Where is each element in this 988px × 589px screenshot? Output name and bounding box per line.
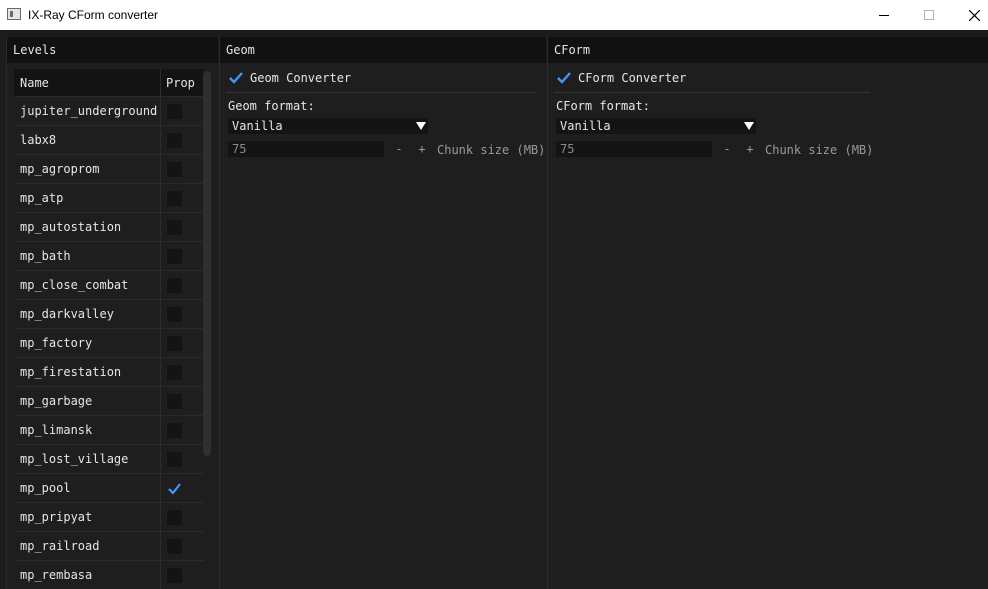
- level-name: mp_pool: [20, 481, 71, 495]
- minimize-button[interactable]: [861, 0, 907, 30]
- level-name: mp_rembasa: [20, 568, 93, 582]
- prop-checkbox[interactable]: [167, 220, 182, 235]
- geom-converter-label[interactable]: Geom Converter: [250, 71, 351, 85]
- prop-checkbox[interactable]: [167, 481, 182, 496]
- level-name: mp_agroprom: [20, 162, 100, 176]
- prop-checkbox[interactable]: [167, 133, 182, 148]
- cform-chunk-size-value: 75: [560, 142, 575, 156]
- table-row[interactable]: mp_garbage: [14, 386, 204, 415]
- prop-checkbox[interactable]: [167, 568, 182, 583]
- cform-converter-label[interactable]: CForm Converter: [578, 71, 686, 85]
- geom-panel: Geom Geom Converter Geom format: Vanilla…: [219, 37, 546, 589]
- table-row[interactable]: mp_rembasa: [14, 560, 204, 589]
- table-row[interactable]: mp_railroad: [14, 531, 204, 560]
- prop-checkbox[interactable]: [167, 278, 182, 293]
- table-row[interactable]: mp_close_combat: [14, 270, 204, 299]
- cform-format-select[interactable]: Vanilla: [556, 118, 756, 134]
- geom-chunk-decrement-button[interactable]: -: [390, 141, 408, 157]
- cform-chunk-decrement-button[interactable]: -: [718, 141, 736, 157]
- table-row[interactable]: mp_pool: [14, 473, 204, 502]
- dropdown-arrow-icon: [416, 122, 426, 130]
- checkmark-icon: [229, 72, 243, 84]
- levels-scrollbar[interactable]: [203, 71, 211, 456]
- prop-checkbox[interactable]: [167, 510, 182, 525]
- geom-chunk-size-label: Chunk size (MB): [437, 143, 546, 157]
- cform-chunk-size-input[interactable]: 75: [556, 141, 712, 157]
- level-name: mp_lost_village: [20, 452, 129, 466]
- table-row[interactable]: mp_firestation: [14, 357, 204, 386]
- table-row[interactable]: mp_pripyat: [14, 502, 204, 531]
- level-name: mp_firestation: [20, 365, 122, 379]
- checkmark-icon: [557, 72, 571, 84]
- column-header-name[interactable]: Name: [20, 76, 49, 90]
- level-name: mp_bath: [20, 249, 71, 263]
- level-name: mp_close_combat: [20, 278, 129, 292]
- level-name: labx8: [20, 133, 57, 147]
- geom-chunk-increment-button[interactable]: +: [413, 141, 431, 157]
- column-separator[interactable]: [160, 69, 161, 589]
- cform-chunk-increment-button[interactable]: +: [741, 141, 759, 157]
- geom-converter-checkbox[interactable]: [228, 70, 244, 86]
- table-row[interactable]: mp_agroprom: [14, 154, 204, 183]
- table-row[interactable]: mp_lost_village: [14, 444, 204, 473]
- table-row[interactable]: jupiter_underground: [14, 96, 204, 125]
- cform-format-label: CForm format:: [556, 99, 650, 113]
- table-row[interactable]: mp_limansk: [14, 415, 204, 444]
- prop-checkbox[interactable]: [167, 162, 182, 177]
- prop-checkbox[interactable]: [167, 539, 182, 554]
- levels-panel: Levels Name Prop jupiter_undergroundlabx…: [6, 37, 218, 589]
- prop-checkbox[interactable]: [167, 394, 182, 409]
- level-name: mp_factory: [20, 336, 93, 350]
- prop-checkbox[interactable]: [167, 104, 182, 119]
- table-row[interactable]: mp_bath: [14, 241, 204, 270]
- level-name: mp_garbage: [20, 394, 93, 408]
- prop-checkbox[interactable]: [167, 307, 182, 322]
- geom-format-select[interactable]: Vanilla: [228, 118, 428, 134]
- table-row[interactable]: mp_darkvalley: [14, 299, 204, 328]
- level-name: mp_darkvalley: [20, 307, 114, 321]
- level-name: mp_pripyat: [20, 510, 93, 524]
- close-icon: [969, 10, 980, 21]
- prop-checkbox[interactable]: [167, 365, 182, 380]
- level-name: mp_autostation: [20, 220, 122, 234]
- close-button[interactable]: [951, 0, 988, 30]
- table-row[interactable]: mp_autostation: [14, 212, 204, 241]
- prop-checkbox[interactable]: [167, 249, 182, 264]
- title-bar: IX-Ray CForm converter: [0, 0, 988, 30]
- level-name: mp_limansk: [20, 423, 93, 437]
- cform-panel-header: CForm: [548, 37, 988, 63]
- maximize-button[interactable]: [906, 0, 952, 30]
- cform-panel: CForm CForm Converter CForm format: Vani…: [547, 37, 988, 589]
- app-icon: [7, 8, 21, 20]
- table-row[interactable]: mp_factory: [14, 328, 204, 357]
- prop-checkbox[interactable]: [167, 191, 182, 206]
- level-name: jupiter_underground: [20, 104, 158, 118]
- prop-checkbox[interactable]: [167, 452, 182, 467]
- maximize-icon: [924, 10, 934, 20]
- geom-format-label: Geom format:: [228, 99, 315, 113]
- level-name: mp_railroad: [20, 539, 100, 553]
- level-name: mp_atp: [20, 191, 64, 205]
- levels-table-header: Name Prop: [14, 69, 204, 96]
- prop-checkbox[interactable]: [167, 423, 182, 438]
- table-row[interactable]: labx8: [14, 125, 204, 154]
- geom-chunk-size-input[interactable]: 75: [228, 141, 384, 157]
- column-header-prop[interactable]: Prop: [166, 76, 195, 90]
- table-row[interactable]: mp_atp: [14, 183, 204, 212]
- dropdown-arrow-icon: [744, 122, 754, 130]
- geom-format-value: Vanilla: [232, 119, 283, 133]
- cform-chunk-size-label: Chunk size (MB): [765, 143, 874, 157]
- geom-panel-header: Geom: [220, 37, 546, 63]
- levels-table: Name Prop jupiter_underground labx8 mp_agr…: [14, 69, 204, 589]
- cform-separator: [554, 92, 870, 93]
- cform-format-value: Vanilla: [560, 119, 611, 133]
- geom-separator: [226, 92, 536, 93]
- checkmark-icon: [168, 483, 181, 495]
- levels-panel-header: Levels: [7, 37, 218, 63]
- geom-chunk-size-value: 75: [232, 142, 247, 156]
- prop-checkbox[interactable]: [167, 336, 182, 351]
- window-title: IX-Ray CForm converter: [28, 8, 159, 22]
- cform-converter-checkbox[interactable]: [556, 70, 572, 86]
- minimize-icon: [879, 15, 889, 16]
